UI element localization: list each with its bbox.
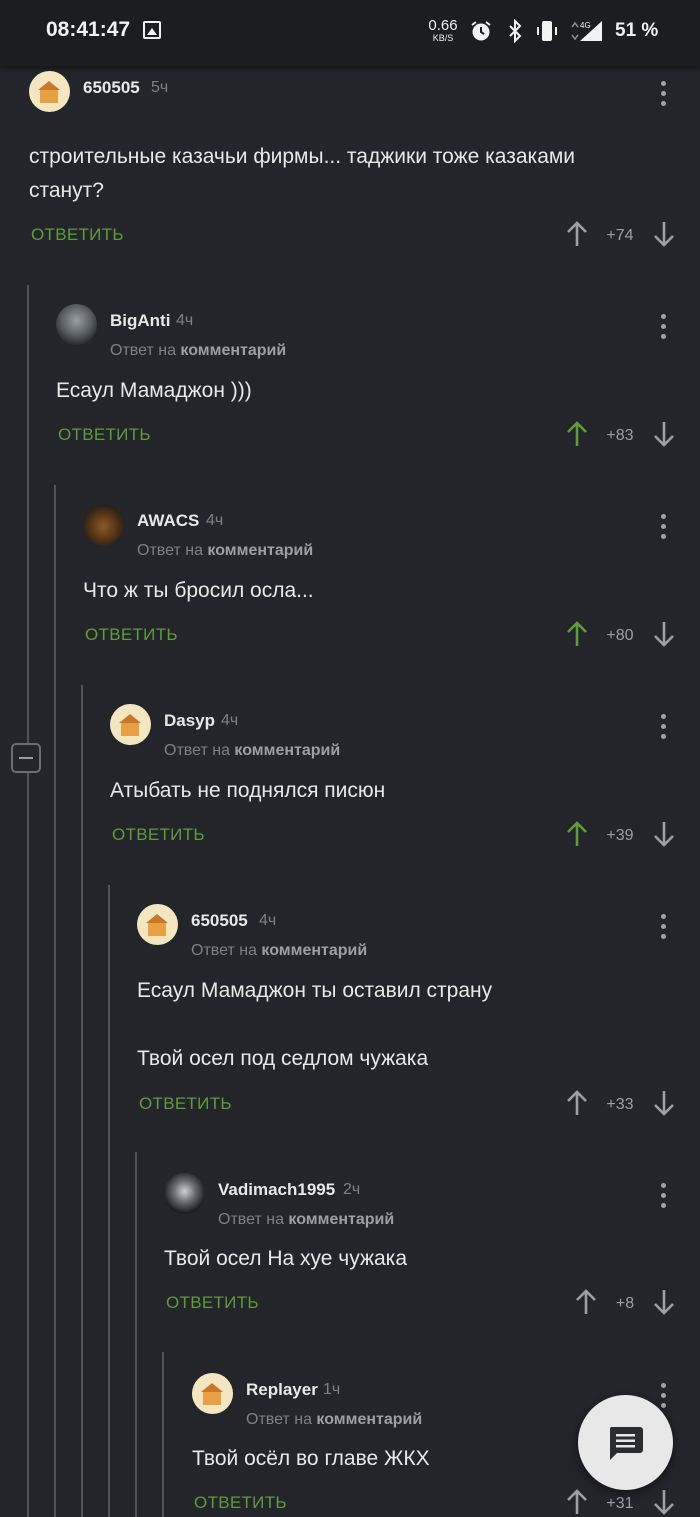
user-avatar[interactable]	[137, 904, 178, 945]
collapse-thread-button[interactable]	[11, 743, 41, 773]
comment-body-line: Есаул Мамаджон )))	[56, 379, 252, 402]
status-bar: 08:41:47 0.66 KB/S 4G 51 %	[0, 0, 700, 66]
image-notification-icon	[143, 21, 161, 39]
comment-body-line: Атыбать не поднялся писюн	[110, 779, 386, 802]
more-options-icon[interactable]	[661, 1183, 667, 1209]
comment-author[interactable]: Replayer	[246, 1380, 318, 1400]
reply-to-label: Ответ на комментарий	[246, 1411, 423, 1428]
comment-time: 4ч	[176, 312, 194, 329]
comment-time: 4ч	[221, 712, 239, 729]
comment: 650505 4ч Ответ на комментарий Есаул Мам…	[137, 904, 700, 1134]
comment-rating: +74	[606, 227, 634, 244]
downvote-arrow-icon[interactable]	[652, 620, 676, 648]
reply-button[interactable]: ОТВЕТИТЬ	[166, 1293, 259, 1313]
comment-rating: +31	[606, 1495, 634, 1512]
bluetooth-icon	[509, 19, 522, 43]
downvote-arrow-icon[interactable]	[652, 820, 676, 848]
network-speed-unit: KB/S	[432, 33, 454, 43]
network-type: 4G	[580, 21, 591, 30]
comment-body-line: станут?	[29, 179, 104, 202]
reply-to-label: Ответ на комментарий	[164, 742, 341, 759]
comment-rating: +8	[615, 1295, 635, 1312]
reply-button[interactable]: ОТВЕТИТЬ	[31, 225, 124, 245]
thread-line	[81, 685, 83, 1517]
signal-icon: 4G	[571, 21, 602, 41]
more-options-icon[interactable]	[661, 514, 667, 540]
upvote-arrow-icon[interactable]	[565, 1488, 589, 1516]
user-avatar[interactable]	[56, 304, 97, 345]
upvote-arrow-icon[interactable]	[565, 420, 589, 448]
user-avatar[interactable]	[29, 71, 70, 112]
reply-button[interactable]: ОТВЕТИТЬ	[58, 425, 151, 445]
comment-author[interactable]: AWACS	[137, 511, 199, 531]
comment-body-line: Твой осел под седлом чужака	[137, 1047, 429, 1070]
comment: AWACS 4ч Ответ на комментарий Что ж ты б…	[83, 504, 700, 664]
comment-body-line: Твой осел На хуе чужака	[164, 1247, 408, 1270]
reply-button[interactable]: ОТВЕТИТЬ	[194, 1493, 287, 1513]
comment-author[interactable]: BigAnti	[110, 311, 170, 331]
thread-line	[162, 1352, 164, 1517]
comment-time: 1ч	[323, 1381, 341, 1398]
vibrate-icon	[537, 21, 557, 41]
comment-time: 4ч	[259, 912, 277, 929]
user-avatar[interactable]	[110, 704, 151, 745]
downvote-arrow-icon[interactable]	[652, 420, 676, 448]
more-options-icon[interactable]	[661, 81, 667, 107]
comments-fab-button[interactable]	[578, 1395, 673, 1490]
comment: Vadimach1995 2ч Ответ на комментарий Тво…	[164, 1173, 700, 1333]
reply-button[interactable]: ОТВЕТИТЬ	[112, 825, 205, 845]
comment-body-line: строительные казачьи фирмы... таджики то…	[29, 145, 576, 168]
status-time: 08:41:47	[46, 18, 131, 41]
network-speed: 0.66 KB/S	[428, 18, 458, 43]
downvote-arrow-icon[interactable]	[652, 220, 676, 248]
upvote-arrow-icon[interactable]	[565, 820, 589, 848]
downvote-arrow-icon[interactable]	[652, 1488, 676, 1516]
comment-time: 5ч	[151, 79, 169, 96]
comment-rating: +39	[606, 827, 634, 844]
thread-line	[54, 485, 56, 1517]
upvote-arrow-icon[interactable]	[565, 220, 589, 248]
more-options-icon[interactable]	[661, 714, 667, 740]
comment-body-line: Твой осёл во главе ЖКХ	[192, 1447, 430, 1470]
battery-percentage: 51 %	[615, 20, 659, 41]
thread-line	[135, 1152, 137, 1517]
reply-button[interactable]: ОТВЕТИТЬ	[85, 625, 178, 645]
reply-button[interactable]: ОТВЕТИТЬ	[139, 1094, 232, 1114]
more-options-icon[interactable]	[661, 314, 667, 340]
upvote-arrow-icon[interactable]	[565, 620, 589, 648]
comment-rating: +83	[606, 427, 634, 444]
comment: 650505 5ч строительные казачьи фирмы... …	[29, 71, 700, 261]
user-avatar[interactable]	[192, 1373, 233, 1414]
more-options-icon[interactable]	[661, 1383, 667, 1409]
upvote-arrow-icon[interactable]	[574, 1288, 598, 1316]
downvote-arrow-icon[interactable]	[652, 1089, 676, 1117]
comment-author[interactable]: 650505	[191, 911, 248, 931]
message-icon	[609, 1427, 643, 1460]
comment: Dasyp 4ч Ответ на комментарий Атыбать не…	[110, 704, 700, 864]
user-avatar[interactable]	[164, 1173, 205, 1214]
reply-to-label: Ответ на комментарий	[218, 1211, 395, 1228]
reply-to-label: Ответ на комментарий	[110, 342, 287, 359]
comment-author[interactable]: 650505	[83, 78, 140, 98]
downvote-arrow-icon[interactable]	[652, 1288, 676, 1316]
comment-author[interactable]: Dasyp	[164, 711, 215, 731]
comment: BigAnti 4ч Ответ на комментарий Есаул Ма…	[56, 304, 700, 464]
network-speed-value: 0.66	[428, 17, 458, 34]
more-options-icon[interactable]	[661, 914, 667, 940]
upvote-arrow-icon[interactable]	[565, 1089, 589, 1117]
reply-to-label: Ответ на комментарий	[191, 942, 368, 959]
comment-body-line: Что ж ты бросил осла...	[83, 579, 314, 602]
comment-time: 2ч	[343, 1181, 361, 1198]
comment-rating: +80	[606, 627, 634, 644]
comment-body-line: Есаул Мамаджон ты оставил страну	[137, 979, 493, 1002]
reply-to-label: Ответ на комментарий	[137, 542, 314, 559]
user-avatar[interactable]	[83, 504, 124, 545]
thread-line	[27, 285, 29, 1517]
thread-line	[108, 885, 110, 1517]
comment-time: 4ч	[206, 512, 224, 529]
alarm-icon	[471, 21, 491, 41]
comment-author[interactable]: Vadimach1995	[218, 1180, 335, 1200]
comment-rating: +33	[606, 1096, 634, 1113]
